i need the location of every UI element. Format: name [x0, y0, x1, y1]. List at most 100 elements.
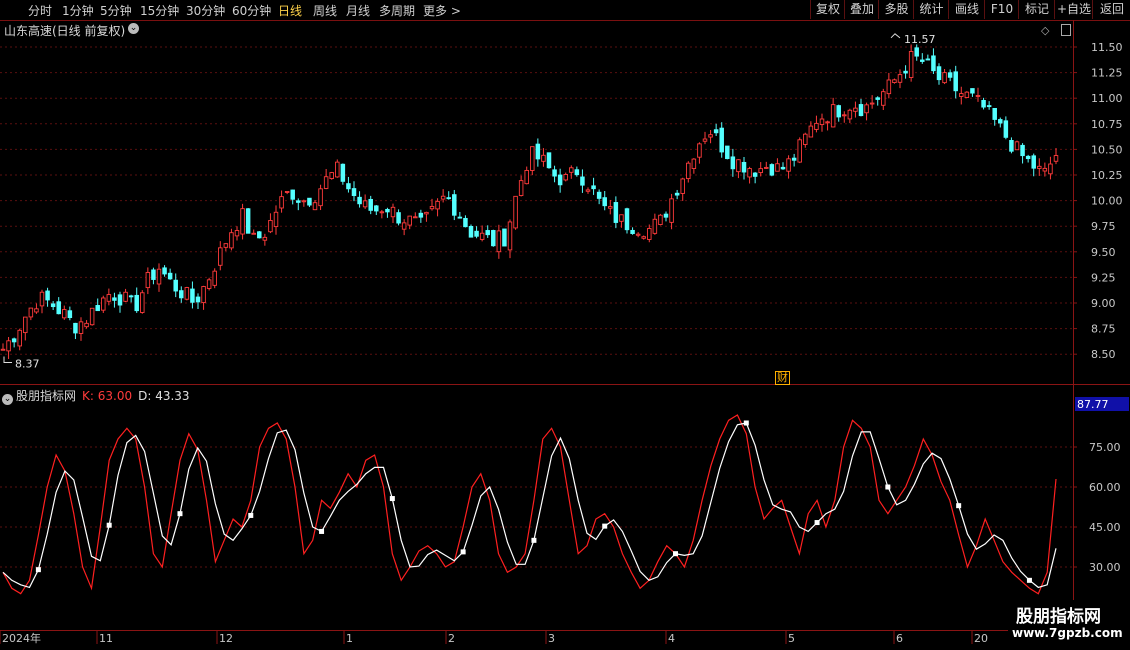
signal-marker — [389, 496, 395, 502]
signal-marker — [248, 512, 254, 518]
signal-marker — [319, 528, 325, 534]
signal-marker — [956, 503, 962, 509]
candle-body — [1031, 155, 1036, 169]
candle-body — [741, 161, 747, 173]
candle-body — [998, 119, 1003, 124]
candle-body — [11, 338, 17, 343]
candle-body — [619, 214, 624, 222]
candle-body — [491, 230, 496, 247]
candle-body — [496, 230, 502, 253]
candle-body — [585, 189, 591, 192]
finance-marker[interactable]: 财 — [775, 371, 790, 385]
price-tick-label: 9.50 — [1091, 246, 1116, 259]
candle-body — [669, 198, 674, 223]
indicator-menu-icon[interactable]: ⌄ — [2, 394, 13, 405]
candle-body — [1020, 144, 1025, 157]
candle-body — [981, 100, 986, 108]
indicator-tick-label: 60.00 — [1089, 481, 1121, 494]
candle-body — [658, 214, 663, 226]
candle-body — [635, 233, 641, 236]
candle-body — [106, 294, 112, 302]
candle-body — [123, 291, 128, 302]
signal-marker — [1026, 577, 1032, 583]
candle-body — [117, 294, 123, 306]
candle-body — [903, 70, 908, 74]
k-value: K: 63.00 — [82, 389, 133, 403]
candle-body — [546, 152, 552, 169]
candle-body — [630, 229, 635, 234]
candle-body — [858, 104, 864, 117]
candle-body — [680, 178, 685, 194]
candle-body — [769, 164, 775, 176]
candle-body — [970, 88, 975, 94]
candle-body — [23, 316, 28, 334]
signal-marker — [106, 522, 112, 528]
candle-body — [713, 129, 719, 134]
chart-canvas: 11.50 11.25 11.00 10.75 10.50 10.25 10.00 9.75 9… — [0, 20, 1130, 645]
signal-marker — [743, 420, 749, 426]
d-line — [2, 422, 1057, 589]
candle-body — [112, 297, 117, 301]
candle-body — [374, 205, 379, 212]
price-tick-label: 11.25 — [1091, 67, 1123, 80]
candle-body — [936, 66, 942, 81]
candle-body — [140, 292, 145, 313]
candle-body — [892, 79, 897, 83]
price-tick-label: 10.75 — [1091, 118, 1123, 131]
candle-body — [474, 230, 479, 237]
candle-body — [390, 206, 396, 218]
current-value-label: 87.77 — [1077, 398, 1109, 411]
candle-body — [992, 108, 997, 120]
signal-marker — [673, 551, 679, 557]
candle-body — [1003, 120, 1009, 138]
candle-body — [284, 190, 290, 193]
candle-body — [613, 202, 619, 223]
low-label: 8.37 — [15, 358, 40, 371]
candle-body — [39, 291, 45, 307]
candle-body — [73, 322, 78, 334]
candle-body — [307, 197, 312, 206]
candle-body — [167, 272, 173, 280]
candle-body — [652, 218, 658, 234]
signal-marker — [531, 537, 537, 543]
candle-body — [17, 329, 22, 347]
x-axis-label: 20 — [974, 632, 988, 645]
candle-body — [179, 290, 184, 299]
candle-body — [608, 206, 613, 209]
candle-body — [62, 309, 67, 319]
price-tick-label: 9.75 — [1091, 220, 1116, 233]
candle-body — [674, 192, 680, 196]
candle-body — [908, 51, 914, 78]
candle-body — [290, 189, 295, 200]
candle-body — [596, 191, 602, 199]
candle-body — [736, 159, 741, 173]
candle-body — [335, 161, 340, 178]
candle-body — [697, 143, 702, 158]
candle-body — [162, 267, 167, 275]
candle-body — [195, 296, 201, 303]
candle-body — [730, 156, 736, 170]
candle-body — [808, 125, 814, 138]
candle-body — [56, 301, 61, 315]
watermark-title: 股朋指标网 — [1016, 607, 1101, 627]
candle-body — [524, 169, 529, 185]
candle-body — [663, 213, 669, 218]
candle-body — [864, 104, 869, 114]
price-tick-label: 8.50 — [1091, 348, 1116, 361]
candle-body — [764, 166, 769, 169]
x-axis-label: 6 — [896, 632, 903, 645]
candle-body — [340, 163, 346, 182]
high-label: 11.57 — [904, 33, 936, 46]
candle-body — [518, 180, 524, 196]
x-axis-label: 4 — [668, 632, 675, 645]
candle-body — [881, 91, 886, 106]
candle-body — [725, 145, 730, 160]
candle-body — [440, 195, 446, 200]
x-axis-label: 12 — [219, 632, 233, 645]
x-axis-label: 1 — [346, 632, 353, 645]
candle-body — [301, 200, 307, 203]
candle-body — [212, 270, 217, 286]
candle-body — [379, 211, 385, 214]
candle-body — [346, 183, 351, 190]
candle-body — [362, 200, 368, 208]
